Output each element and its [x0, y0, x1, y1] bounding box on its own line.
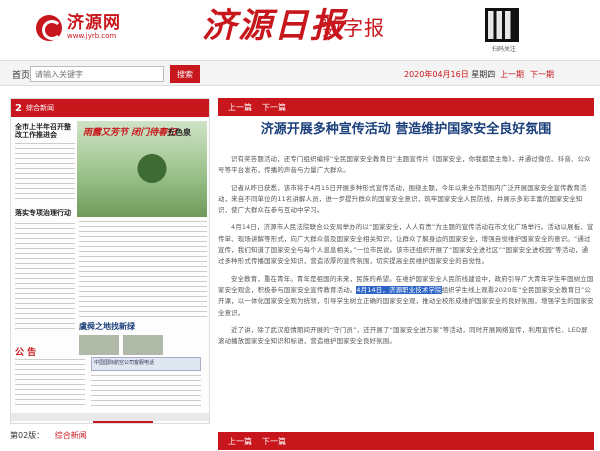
- page-thumb-number: 2: [15, 102, 22, 114]
- thumb-blue-note-text: 中国国际航空公司客服电话: [94, 360, 155, 366]
- prev-issue-link[interactable]: 上一期: [500, 69, 524, 80]
- page-thumb-section: 综合新闻: [25, 104, 54, 112]
- thumb-footer-bar: [11, 413, 209, 421]
- search-input[interactable]: [30, 66, 164, 82]
- thumb-seal: 五色泉: [167, 128, 191, 137]
- thumb-headline-b[interactable]: 落实专项治理行动: [15, 209, 75, 217]
- thumb-photo: [123, 335, 163, 355]
- logo-url: www.jyrb.com: [67, 32, 117, 40]
- issue-date-value: 2020年04月16日: [404, 70, 469, 79]
- thumb-text-block: [91, 375, 201, 407]
- page-label-text: 第02版：: [10, 431, 45, 440]
- article-title: 济源开展多种宣传活动 营造维护国家安全良好氛围: [260, 122, 552, 137]
- next-article-link[interactable]: 下一篇: [262, 436, 286, 447]
- article-paragraph: 安全教育，重在青年。青年是祖国的未来，民族的希望。在维护国家安全人民防线建设中，…: [218, 274, 594, 319]
- logo-name: 济源网: [67, 13, 121, 33]
- home-link[interactable]: 首页: [12, 68, 30, 81]
- qr-code-icon: [485, 8, 519, 42]
- article-body: 识有奖答题活动，还专门组织编排“全民国家安全教育日”主题宣传片《国家安全，你我都…: [218, 154, 594, 353]
- page-thumb-header: 2 综合新闻: [11, 99, 209, 117]
- page-panel: 2 综合新闻 全市上半年召开整改工作推进会 雨露又芳节 闭门待春归 五色泉 落实…: [10, 98, 210, 446]
- issue-weekday: 星期四: [471, 70, 496, 79]
- article-paragraph: 4月14日，济源市人民法院联合公安局举办的以“国家安全，人人有责”为主题的宣传活…: [218, 223, 594, 266]
- article-nav-top: 上一篇 下一篇: [218, 98, 594, 116]
- issue-date: 2020年04月16日 星期四: [404, 69, 495, 80]
- thumb-text-block: [15, 223, 75, 331]
- page-label: 第02版： 综合新闻: [10, 430, 87, 441]
- thumb-red-bar: [93, 421, 153, 423]
- page-thumbnail[interactable]: 2 综合新闻 全市上半年召开整改工作推进会 雨露又芳节 闭门待春归 五色泉 落实…: [10, 98, 210, 424]
- thumb-footer-headline[interactable]: 虞舜之地找新绿: [79, 323, 135, 331]
- thumb-text-block: [15, 143, 75, 203]
- thumb-photo: [79, 335, 119, 355]
- selected-text[interactable]: 4月14日，济源职业技术学院: [356, 285, 442, 294]
- search-button[interactable]: 搜索: [170, 65, 200, 83]
- search-bar: 首页 搜索 2020年04月16日 星期四 上一期 下一期: [0, 60, 600, 86]
- qr-caption: 扫码关注: [491, 46, 516, 53]
- thumb-text-block: [79, 221, 207, 317]
- issue-pager: 上一期 下一期: [500, 69, 554, 80]
- article-paragraph: 记者从昨日获悉，该市将于4月15日开展多种形式宣传活动，围绕主题，今年以来全市范…: [218, 183, 587, 215]
- thumb-notice[interactable]: 公 告: [15, 345, 36, 358]
- thumb-stamp: 雨露又芳节 闭门待春归: [83, 128, 177, 138]
- article-panel: 上一篇 下一篇 济源开展多种宣传活动 营造维护国家安全良好氛围 识有奖答题活动，…: [218, 98, 594, 450]
- thumb-text-block: [15, 359, 85, 409]
- next-issue-link[interactable]: 下一期: [530, 69, 554, 80]
- article-paragraph: 近了讲，除了武汉疫情期间开展的“守门员”，还开展了“国家安全进万家”等活动，同时…: [218, 325, 588, 346]
- thumb-headline-a[interactable]: 全市上半年召开整改工作推进会: [15, 123, 75, 139]
- edition-label: 数字报: [322, 16, 385, 40]
- thumb-feature-image[interactable]: 雨露又芳节 闭门待春归 五色泉: [77, 121, 207, 217]
- article-paragraph: 识有奖答题活动，还专门组织编排“全民国家安全教育日”主题宣传片《国家安全，你我都…: [218, 155, 591, 175]
- next-article-link[interactable]: 下一篇: [262, 102, 286, 113]
- prev-article-link[interactable]: 上一篇: [228, 436, 252, 447]
- site-logo[interactable]: 济源网 www.jyrb.com: [36, 14, 121, 41]
- article-nav-bottom: 上一篇 下一篇: [218, 432, 594, 450]
- site-header: 济源网 www.jyrb.com 济源日报 数字报 扫码关注: [0, 0, 600, 58]
- tree-icon: [137, 151, 167, 201]
- logo-mark-icon: [36, 14, 62, 41]
- prev-article-link[interactable]: 上一篇: [228, 102, 252, 113]
- page-section-link[interactable]: 综合新闻: [55, 431, 87, 440]
- thumb-blue-note: 中国国际航空公司客服电话: [91, 357, 201, 371]
